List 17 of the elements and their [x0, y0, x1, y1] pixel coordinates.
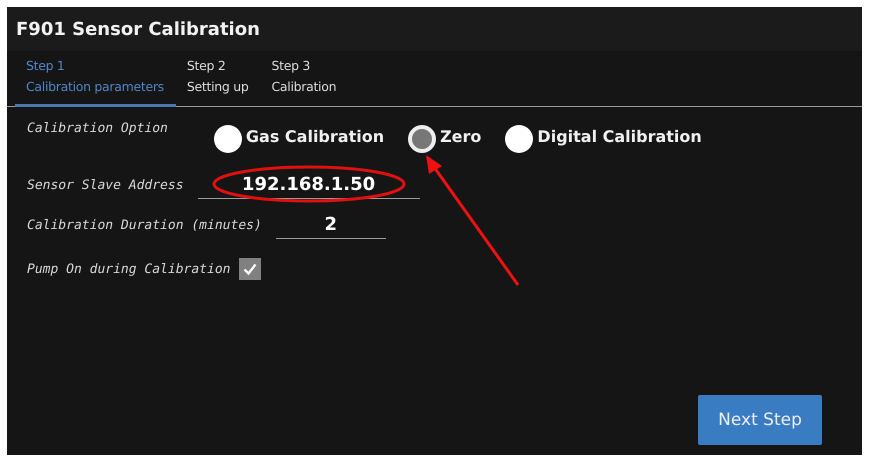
radio-icon[interactable]: [505, 125, 534, 153]
field-label: Calibration Duration (minutes): [27, 218, 262, 232]
field-label: Sensor Slave Address: [27, 178, 184, 192]
checkbox[interactable]: [238, 258, 260, 280]
step-tab[interactable]: Step 1 Calibration parameters: [15, 51, 176, 107]
field-label: Calibration Option: [27, 120, 168, 136]
radio-option[interactable]: Digital Calibration: [505, 119, 702, 153]
field-label: Pump On during Calibration: [27, 262, 230, 276]
radio-icon[interactable]: [214, 125, 242, 153]
input-field[interactable]: 192.168.1.50: [198, 172, 420, 198]
step-tab[interactable]: Step 2 Setting up: [176, 51, 260, 107]
step-tab[interactable]: Step 3 Calibration: [260, 51, 348, 107]
window-title: F901 Sensor Calibration: [16, 18, 260, 40]
radio-option[interactable]: Gas Calibration: [214, 119, 384, 153]
input-field[interactable]: 2: [276, 212, 386, 238]
next-step-button[interactable]: Next Step: [698, 395, 822, 445]
radio-icon[interactable]: [408, 125, 436, 153]
